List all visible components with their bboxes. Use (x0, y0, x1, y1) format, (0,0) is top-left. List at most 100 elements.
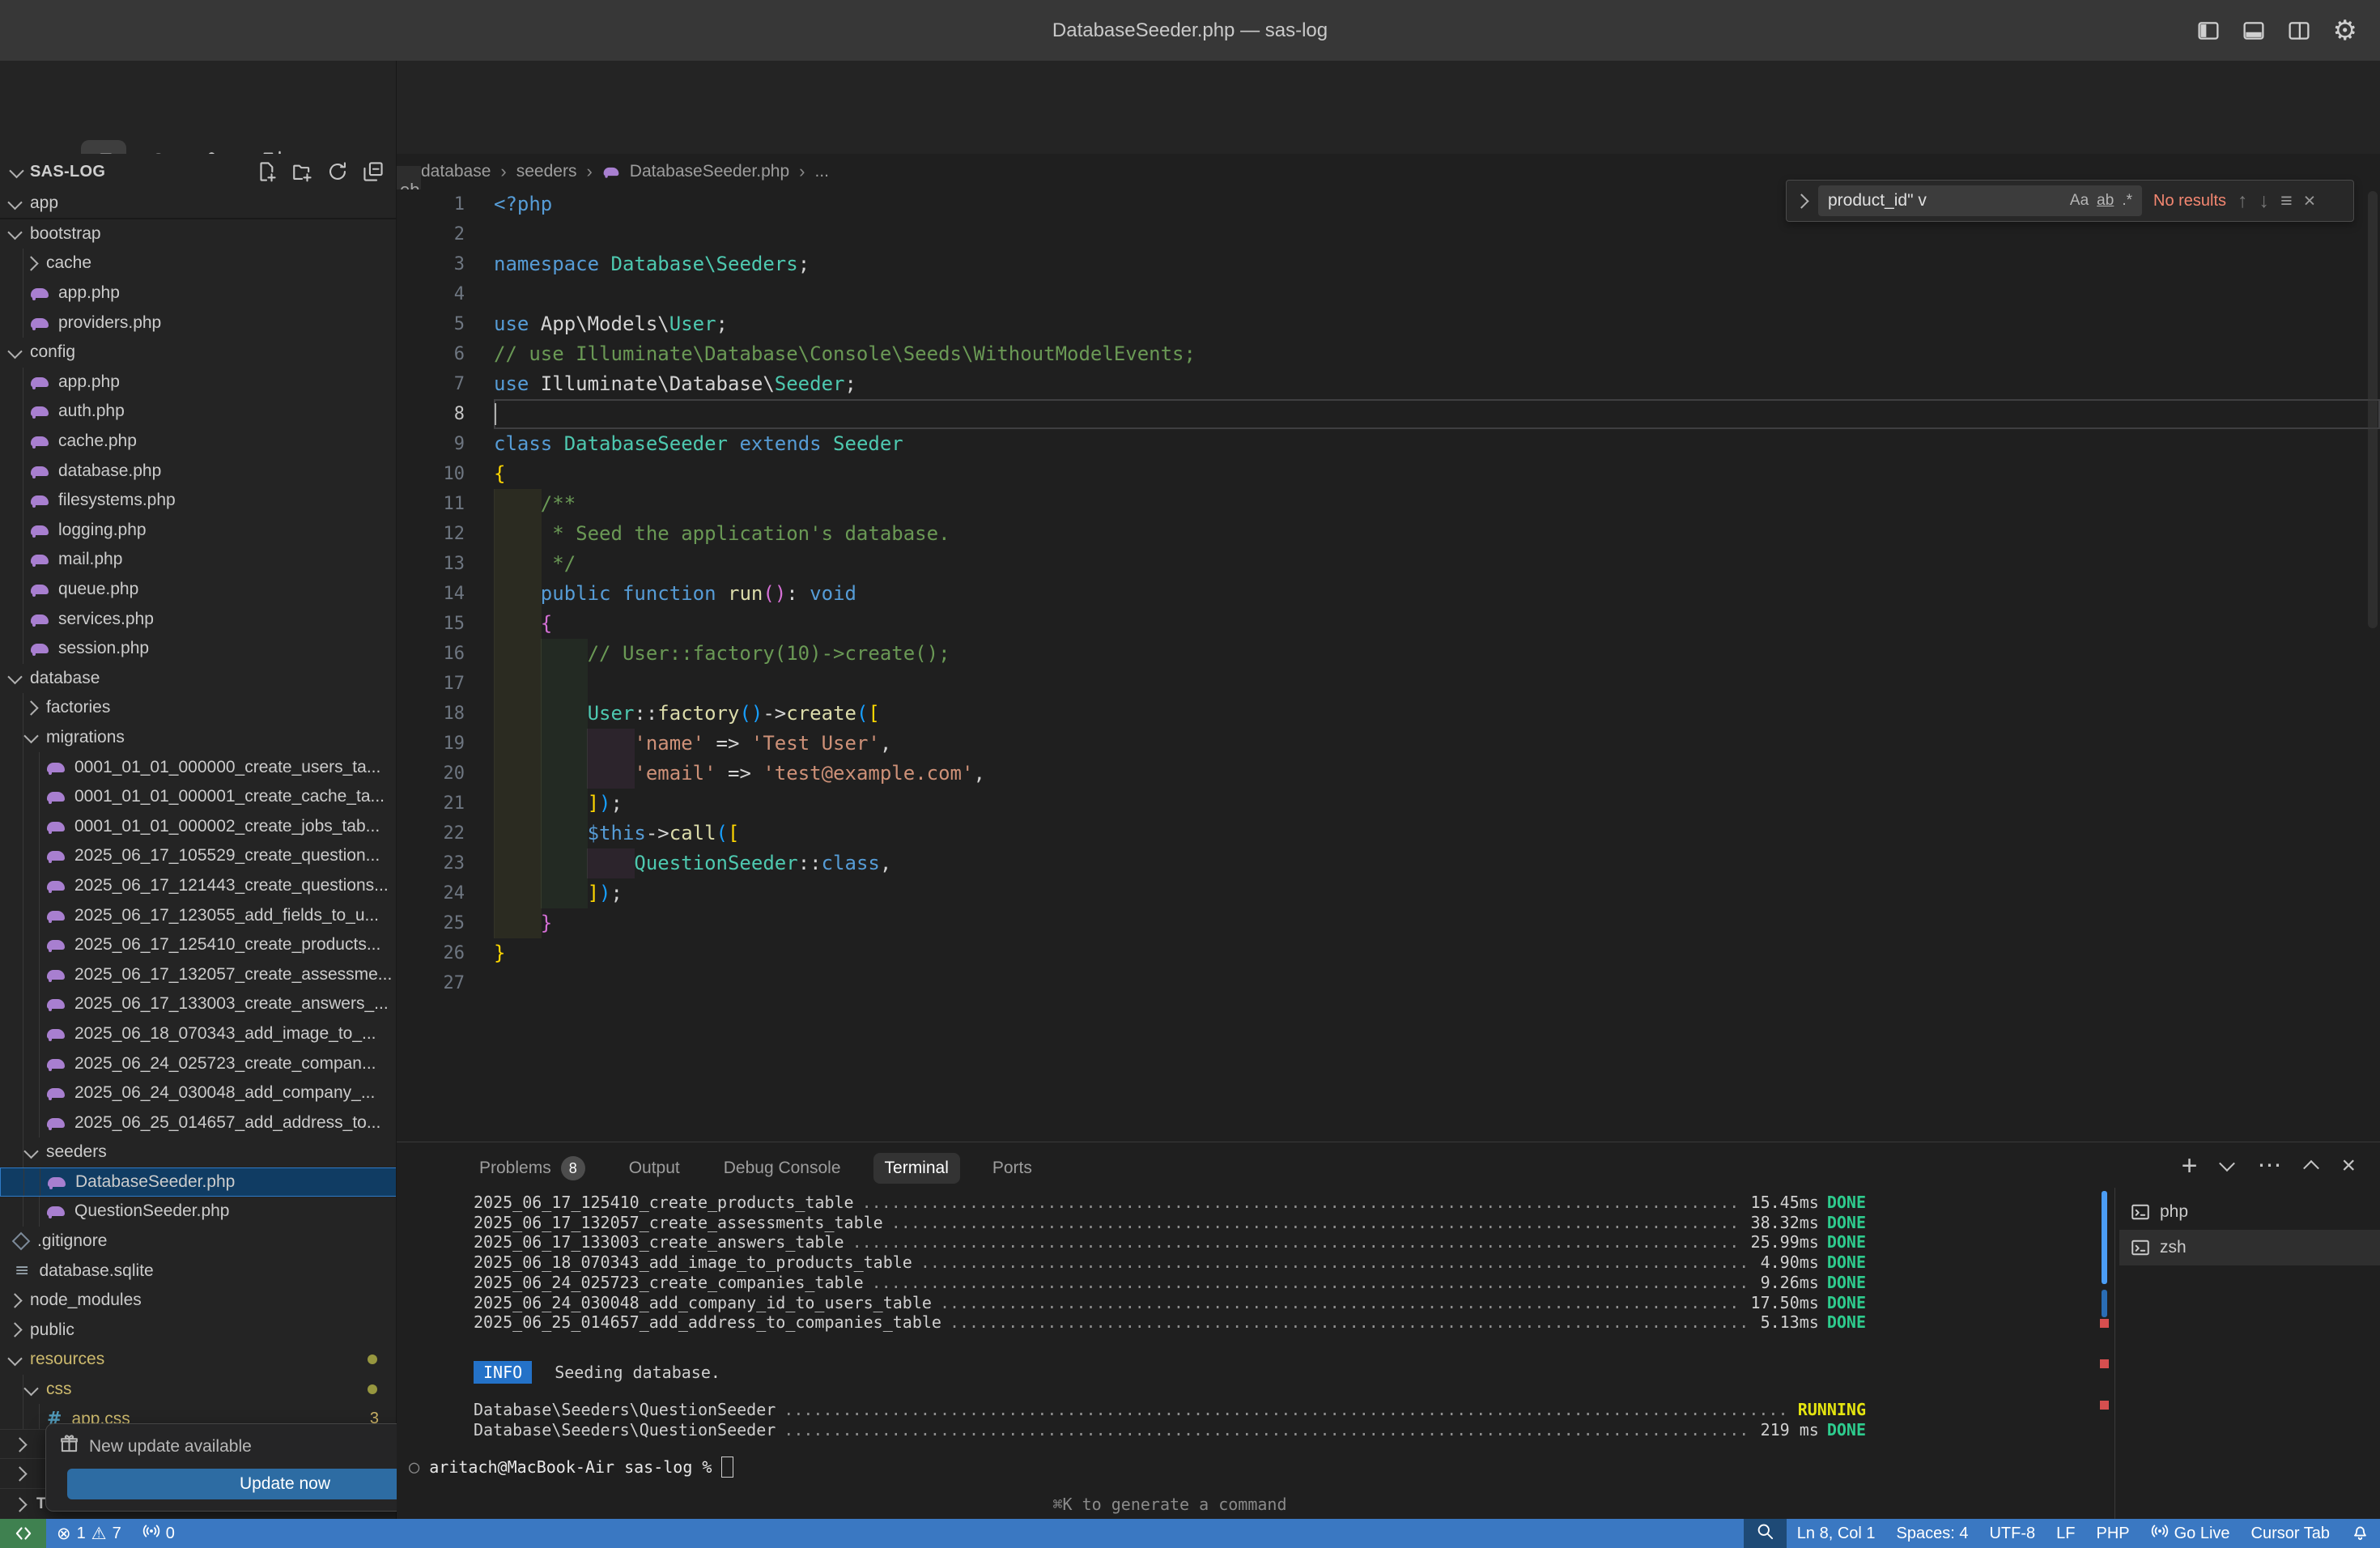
code-line-5[interactable]: 5use App\Models\User; (397, 309, 2380, 339)
close-find-icon[interactable]: × (2304, 189, 2316, 213)
tree-item-mail.php[interactable]: mail.php (0, 545, 397, 575)
tree-item-factories[interactable]: factories (0, 693, 397, 723)
code-line-8[interactable]: 8 (397, 399, 2380, 429)
terminal-prompt[interactable]: ○ aritach@MacBook-Air sas-log % (409, 1457, 733, 1478)
status-encoding[interactable]: UTF-8 (1978, 1519, 2046, 1548)
breadcrumb-symbol[interactable]: ... (814, 162, 829, 181)
panel-tab-debug-console[interactable]: Debug Console (712, 1153, 852, 1184)
new-terminal-icon[interactable]: + (2182, 1152, 2198, 1180)
tree-item-node_modules[interactable]: node_modules (0, 1286, 397, 1316)
status-go-live[interactable]: Go Live (2140, 1519, 2241, 1548)
tree-item-config[interactable]: config (0, 338, 397, 368)
tree-item-2025_06_24_030048_add_company_...[interactable]: 2025_06_24_030048_add_company_... (0, 1078, 397, 1108)
code-line-13[interactable]: 13 */ (397, 549, 2380, 579)
tree-item-2025_06_25_014657_add_address_to...[interactable]: 2025_06_25_014657_add_address_to... (0, 1108, 397, 1138)
new-file-icon[interactable] (256, 161, 277, 182)
tree-item-bootstrap[interactable]: bootstrap (0, 219, 397, 249)
code-line-25[interactable]: 25 } (397, 908, 2380, 938)
tree-item-0001_01_01_000002_create_jobs_tab...[interactable]: 0001_01_01_000002_create_jobs_tab... (0, 811, 397, 841)
tree-item-2025_06_17_132057_create_assessme...[interactable]: 2025_06_17_132057_create_assessme... (0, 959, 397, 989)
close-panel-icon[interactable]: × (2341, 1154, 2356, 1178)
tree-item-queue.php[interactable]: queue.php (0, 575, 397, 605)
find-in-selection-icon[interactable]: ≡ (2280, 189, 2293, 213)
code-line-14[interactable]: 14 public function run(): void (397, 579, 2380, 609)
code-line-16[interactable]: 16 // User::factory(10)->create(); (397, 639, 2380, 669)
breadcrumb-folder[interactable]: seeders (516, 162, 577, 181)
toggle-replace-icon[interactable] (1794, 194, 1808, 208)
code-line-23[interactable]: 23 QuestionSeeder::class, (397, 848, 2380, 878)
tree-item-seeders[interactable]: seeders (0, 1138, 397, 1167)
explorer-header[interactable]: SAS-LOG (0, 154, 397, 189)
new-folder-icon[interactable] (291, 161, 312, 182)
tree-item-2025_06_17_105529_create_question...[interactable]: 2025_06_17_105529_create_question... (0, 841, 397, 871)
tree-item-cache.php[interactable]: cache.php (0, 427, 397, 457)
status-problems[interactable]: ⊗ 1 ⚠ 7 (46, 1519, 132, 1548)
panel-tab-problems[interactable]: Problems8 (468, 1150, 597, 1186)
status-search[interactable] (1744, 1519, 1787, 1548)
tree-item-.gitignore[interactable]: .gitignore (0, 1227, 397, 1257)
code-line-24[interactable]: 24 ]); (397, 878, 2380, 908)
status-notifications[interactable] (2340, 1519, 2380, 1548)
status-language-mode[interactable]: PHP (2085, 1519, 2140, 1548)
tree-item-DatabaseSeeder.php[interactable]: DatabaseSeeder.php (0, 1167, 397, 1197)
status-eol[interactable]: LF (2046, 1519, 2085, 1548)
tree-item-app.php[interactable]: app.php (0, 279, 397, 308)
tree-item-2025_06_24_025723_create_compan...[interactable]: 2025_06_24_025723_create_compan... (0, 1048, 397, 1078)
tree-item-app[interactable]: app (0, 189, 397, 219)
code-line-26[interactable]: 26} (397, 938, 2380, 968)
terminal-dropdown-icon[interactable] (2220, 1155, 2236, 1172)
toggle-secondary-sidebar-icon[interactable] (2288, 19, 2310, 42)
tree-item-auth.php[interactable]: auth.php (0, 397, 397, 427)
more-panel-actions-icon[interactable]: ⋯ (2257, 1154, 2281, 1178)
tree-item-session.php[interactable]: session.php (0, 634, 397, 664)
tree-item-2025_06_17_133003_create_answers_...[interactable]: 2025_06_17_133003_create_answers_... (0, 989, 397, 1019)
terminal-instance-zsh[interactable]: zsh (2119, 1230, 2380, 1265)
next-match-icon[interactable]: ↓ (2259, 189, 2270, 213)
update-now-button[interactable]: Update now (67, 1469, 397, 1499)
regex-button[interactable]: .* (2122, 192, 2132, 210)
code-line-15[interactable]: 15 { (397, 609, 2380, 639)
tree-item-app.php[interactable]: app.php (0, 368, 397, 398)
whole-word-button[interactable]: ab (2097, 192, 2114, 210)
tree-item-database[interactable]: database (0, 664, 397, 694)
editor-scrollbar[interactable] (2368, 191, 2378, 628)
tree-item-css[interactable]: css (0, 1375, 397, 1405)
panel-tab-ports[interactable]: Ports (981, 1153, 1043, 1184)
terminal-scrollbar[interactable] (2102, 1191, 2107, 1284)
breadcrumb-file[interactable]: DatabaseSeeder.php (630, 162, 789, 181)
code-line-19[interactable]: 19 'name' => 'Test User', (397, 729, 2380, 759)
code-line-17[interactable]: 17 (397, 669, 2380, 699)
code-line-6[interactable]: 6// use Illuminate\Database\Console\Seed… (397, 339, 2380, 369)
gear-icon[interactable]: ⚙ (2333, 17, 2357, 45)
code-line-4[interactable]: 4 (397, 279, 2380, 309)
code-line-18[interactable]: 18 User::factory()->create([ (397, 699, 2380, 729)
status-ports[interactable]: 0 (132, 1519, 185, 1548)
toggle-primary-sidebar-icon[interactable] (2197, 19, 2220, 42)
status-indentation[interactable]: Spaces: 4 (1886, 1519, 1979, 1548)
tree-item-services.php[interactable]: services.php (0, 604, 397, 634)
refresh-explorer-icon[interactable] (327, 161, 348, 182)
code-line-9[interactable]: 9class DatabaseSeeder extends Seeder (397, 429, 2380, 459)
tree-item-2025_06_17_123055_add_fields_to_u...[interactable]: 2025_06_17_123055_add_fields_to_u... (0, 900, 397, 930)
tree-item-resources[interactable]: resources (0, 1345, 397, 1375)
code-line-7[interactable]: 7use Illuminate\Database\Seeder; (397, 369, 2380, 399)
tree-item-migrations[interactable]: migrations (0, 723, 397, 753)
tree-item-0001_01_01_000001_create_cache_ta...[interactable]: 0001_01_01_000001_create_cache_ta... (0, 782, 397, 812)
status-cursor-position[interactable]: Ln 8, Col 1 (1787, 1519, 1886, 1548)
toggle-panel-icon[interactable] (2242, 19, 2265, 42)
tree-item-providers.php[interactable]: providers.php (0, 308, 397, 338)
code-line-12[interactable]: 12 * Seed the application's database. (397, 519, 2380, 549)
previous-match-icon[interactable]: ↑ (2238, 189, 2248, 213)
terminal-output[interactable]: 2025_06_17_125410_create_products_table.… (474, 1193, 1866, 1333)
code-line-10[interactable]: 10{ (397, 459, 2380, 489)
code-line-27[interactable]: 27 (397, 968, 2380, 998)
tree-item-2025_06_18_070343_add_image_to_...[interactable]: 2025_06_18_070343_add_image_to_... (0, 1019, 397, 1049)
tree-item-2025_06_17_121443_create_questions...[interactable]: 2025_06_17_121443_create_questions... (0, 871, 397, 901)
remote-indicator[interactable] (0, 1519, 46, 1548)
tree-item-filesystems.php[interactable]: filesystems.php (0, 486, 397, 516)
tree-item-QuestionSeeder.php[interactable]: QuestionSeeder.php (0, 1197, 397, 1227)
code-line-3[interactable]: 3namespace Database\Seeders; (397, 249, 2380, 279)
breadcrumb-folder[interactable]: database (421, 162, 491, 181)
code-line-20[interactable]: 20 'email' => 'test@example.com', (397, 759, 2380, 789)
tree-item-public[interactable]: public (0, 1316, 397, 1346)
